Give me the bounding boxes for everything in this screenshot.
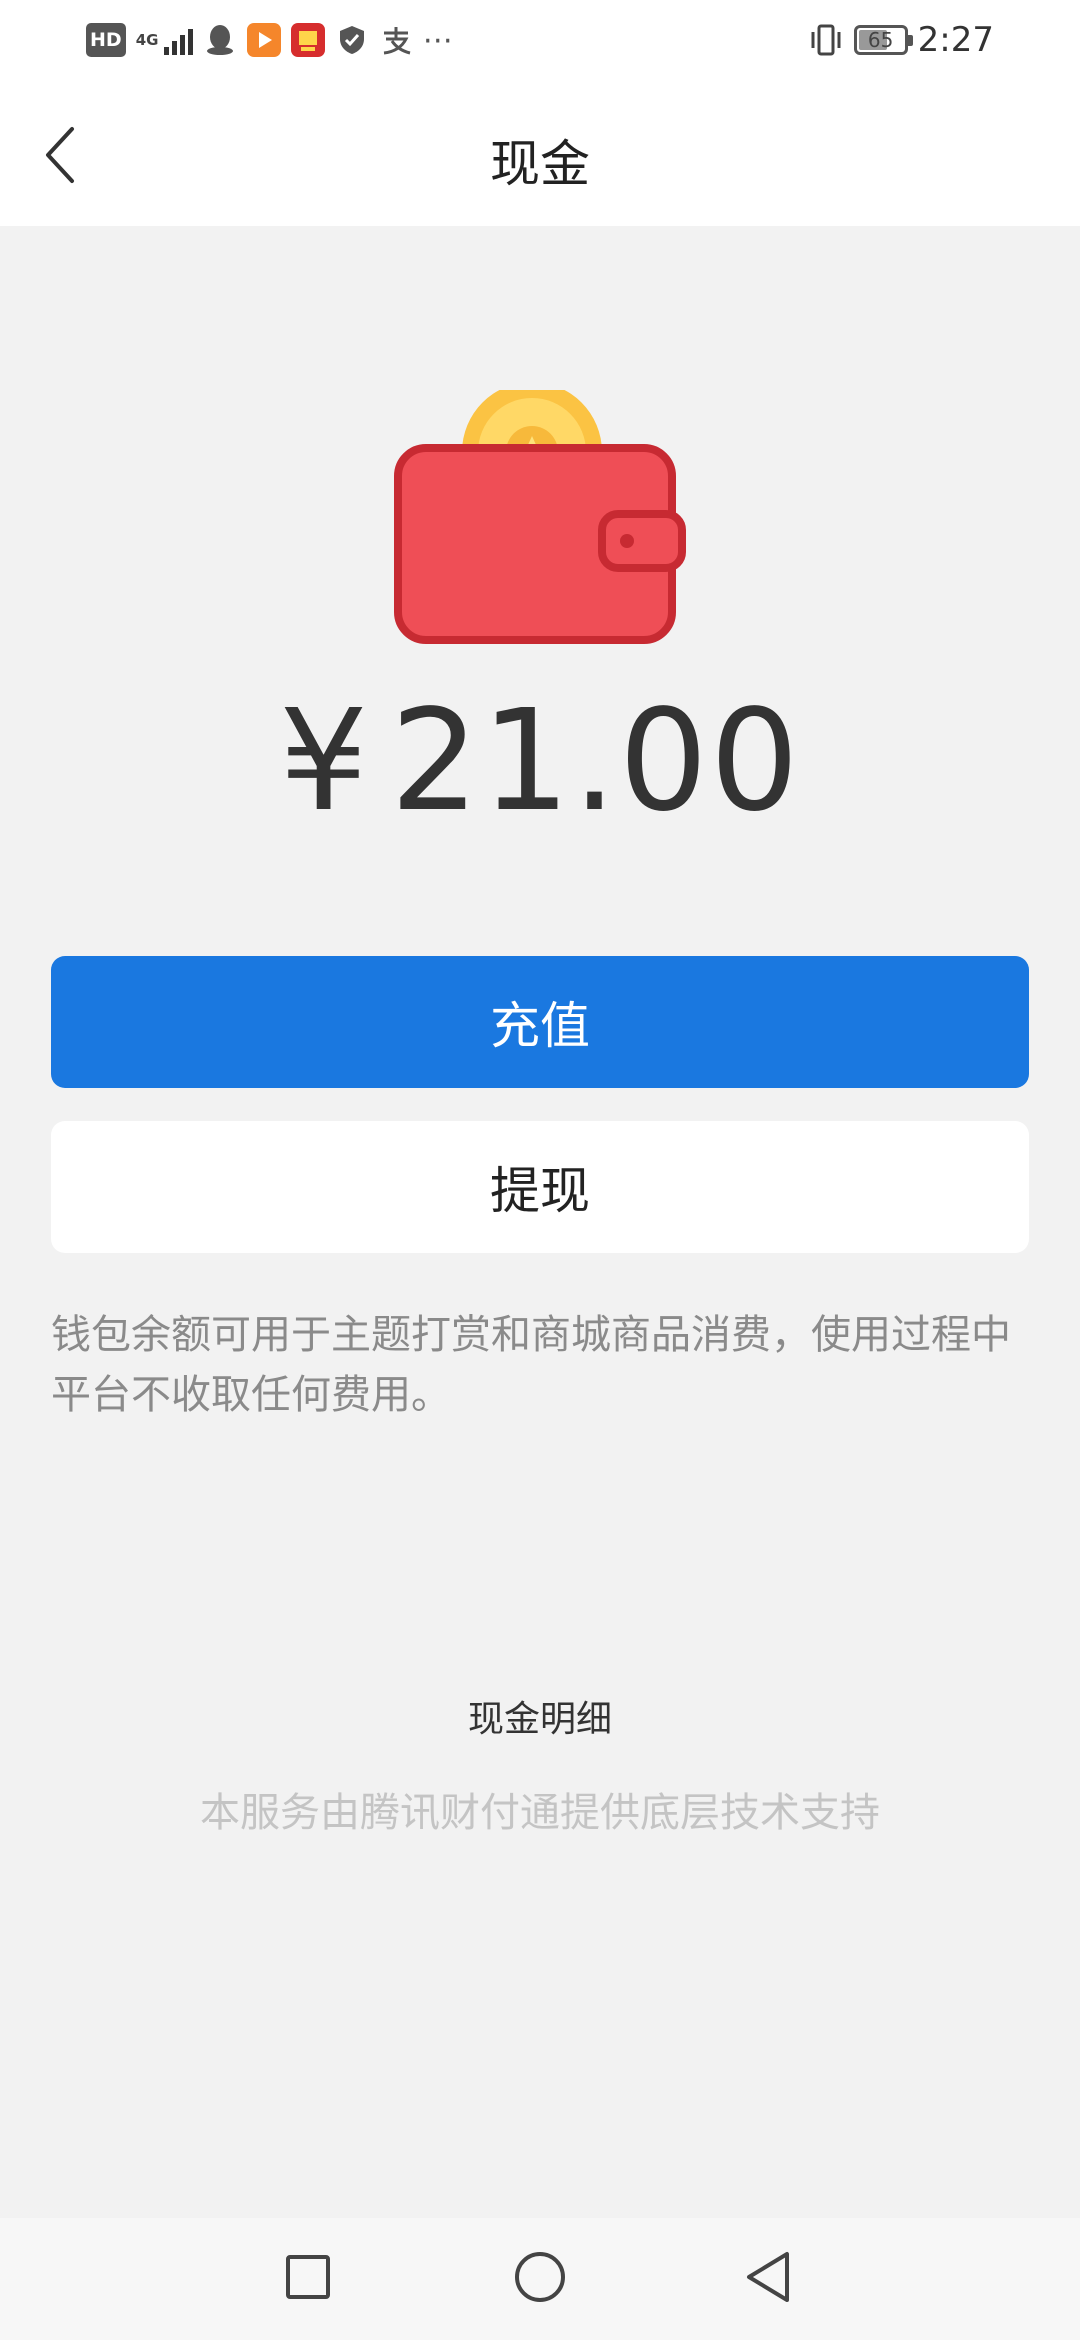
page-title: 现金 [490,135,590,193]
qq-icon [203,23,237,57]
recent-apps-button[interactable] [273,2242,343,2312]
balance-value: 21.00 [390,680,801,843]
status-bar: HD 4G ⋯ 65 2:27 [0,0,1080,80]
hd-badge: HD [86,23,126,57]
shield-icon [335,23,369,57]
signal-icon [163,25,193,55]
balance-amount: ¥21.00 [0,680,1080,843]
network-type: 4G [135,30,159,49]
cash-detail-link[interactable]: 现金明细 [0,1690,1080,1742]
status-left-icons: HD 4G ⋯ [86,20,453,60]
status-right-icons: 65 2:27 [808,18,994,62]
red-app-icon [290,23,325,57]
home-icon [515,2252,565,2302]
alipay-icon [379,23,413,57]
system-nav-bar [0,2218,1080,2340]
more-icon: ⋯ [422,22,453,58]
home-button[interactable] [505,2242,575,2312]
battery-level: 65 [867,28,894,52]
wallet-description: 钱包余额可用于主题打赏和商城商品消费，使用过程中平台不收取任何费用。 [51,1312,1011,1418]
currency-symbol: ¥ [279,680,371,843]
withdraw-button[interactable]: 提现 [51,1121,1029,1253]
battery-icon: 65 [853,25,913,55]
video-app-icon [246,23,281,57]
recent-apps-icon [286,2255,330,2299]
clock: 2:27 [917,20,994,60]
vibrate-icon [808,23,844,57]
nav-header: 现金 [0,80,1080,226]
recharge-button[interactable]: 充值 [51,956,1029,1088]
wallet-coin-icon [390,382,690,650]
system-back-button[interactable] [734,2242,804,2312]
cash-wallet-screen: HD 4G ⋯ 65 2:27 现金 ¥ 21.00 充值 提现 钱包余额可用于… [0,0,1080,2340]
support-text: 本服务由腾讯财付通提供底层技术支持 [200,1790,880,1836]
back-icon [747,2252,789,2302]
